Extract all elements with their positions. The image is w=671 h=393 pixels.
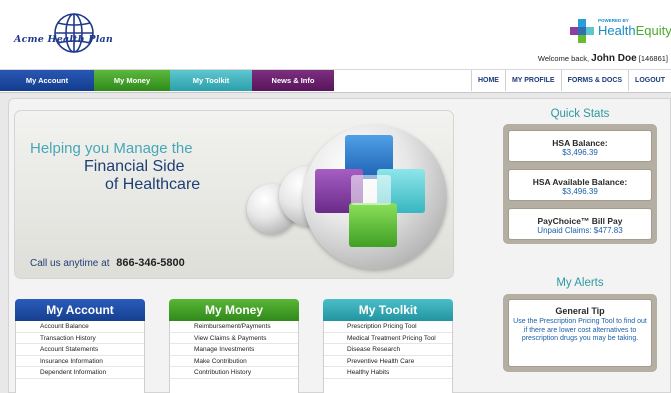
list-item[interactable]: Transaction History xyxy=(16,333,144,345)
healthequity-name-b: Equity xyxy=(635,23,671,38)
list-item[interactable]: Account Statements xyxy=(16,344,144,356)
green-square xyxy=(349,203,397,247)
hero-line-3: of Healthcare xyxy=(105,176,201,193)
forms-docs-link[interactable]: FORMS & DOCS xyxy=(560,70,628,91)
logout-link[interactable]: LOGOUT xyxy=(628,70,671,91)
my-profile-link[interactable]: MY PROFILE xyxy=(504,70,561,91)
list-item[interactable]: Insurance Information xyxy=(16,356,144,368)
alerts-panel: General Tip Use the Prescription Pricing… xyxy=(503,294,657,372)
my-toolkit-list: Prescription Pricing Tool Medical Treatm… xyxy=(323,321,453,393)
my-money-list: Reimbursement/Payments View Claims & Pay… xyxy=(169,321,299,393)
acme-logo[interactable]: Acme Health Plan xyxy=(14,12,134,60)
my-account-list: Account Balance Transaction History Acco… xyxy=(15,321,145,393)
paychoice-label: PayChoice™ Bill Pay xyxy=(537,216,623,226)
welcome-prefix: Welcome back, xyxy=(537,54,590,63)
hero-banner: Helping you Manage the Financial Side of… xyxy=(14,110,454,279)
hsa-balance-box: HSA Balance: $3,496.39 xyxy=(508,130,652,162)
hsa-balance-label: HSA Balance: xyxy=(552,138,608,148)
alerts-title: My Alerts xyxy=(556,277,604,289)
paychoice-box[interactable]: PayChoice™ Bill Pay Unpaid Claims: $477.… xyxy=(508,208,652,240)
list-item[interactable]: Healthy Habits xyxy=(324,367,452,379)
my-money-heading[interactable]: My Money xyxy=(169,299,299,321)
my-account-heading[interactable]: My Account xyxy=(15,299,145,321)
user-id: [146861] xyxy=(638,54,668,63)
hero-line-1: Helping you Manage the xyxy=(30,140,193,157)
hsa-balance-value: $3,496.39 xyxy=(562,148,598,157)
list-item[interactable]: Account Balance xyxy=(16,321,144,333)
hero-call-line: Call us anytime at 866-346-5800 xyxy=(30,257,185,269)
home-link[interactable]: HOME xyxy=(470,70,505,91)
call-text: Call us anytime at xyxy=(30,258,110,269)
tab-news-info[interactable]: News & Info xyxy=(252,70,334,91)
list-item[interactable]: View Claims & Payments xyxy=(170,333,298,345)
logo-text: Acme Health Plan xyxy=(14,34,113,45)
list-item[interactable]: Prescription Pricing Tool xyxy=(324,321,452,333)
list-item[interactable]: Manage Investments xyxy=(170,344,298,356)
list-item[interactable]: Dependent Information xyxy=(16,367,144,379)
healthequity-name-a: Health xyxy=(598,23,636,38)
my-toolkit-heading[interactable]: My Toolkit xyxy=(323,299,453,321)
hero-line-2: Financial Side xyxy=(84,158,185,175)
list-item[interactable]: Disease Research xyxy=(324,344,452,356)
tab-my-account[interactable]: My Account xyxy=(0,70,94,91)
list-item[interactable]: Contribution History xyxy=(170,367,298,379)
quick-stats-panel: HSA Balance: $3,496.39 HSA Available Bal… xyxy=(503,124,657,244)
main-nav: My Account My Money My Toolkit News & In… xyxy=(0,70,671,93)
header: Acme Health Plan POWERED BY HealthEquity… xyxy=(0,0,671,70)
healthequity-name: HealthEquity xyxy=(598,23,671,38)
unpaid-claims-link[interactable]: Unpaid Claims: $477.83 xyxy=(509,226,651,235)
user-name: John Doe xyxy=(591,53,637,64)
my-account-column: My Account Account Balance Transaction H… xyxy=(15,299,145,393)
utility-links: HOME MY PROFILE FORMS & DOCS LOGOUT xyxy=(470,70,671,91)
tip-title: General Tip xyxy=(555,306,605,316)
tab-my-money[interactable]: My Money xyxy=(94,70,170,91)
center-highlight xyxy=(351,175,391,205)
quick-stats-title: Quick Stats xyxy=(550,108,610,120)
list-item[interactable]: Medical Treatment Pricing Tool xyxy=(324,333,452,345)
list-item[interactable]: Preventive Health Care xyxy=(324,356,452,368)
list-item[interactable]: Make Contribution xyxy=(170,356,298,368)
healthequity-logo: POWERED BY HealthEquity xyxy=(569,18,671,44)
my-money-column: My Money Reimbursement/Payments View Cla… xyxy=(169,299,299,393)
welcome-message: Welcome back, John Doe [146861] xyxy=(538,53,668,64)
cross-icon xyxy=(570,19,594,43)
general-tip-box: General Tip Use the Prescription Pricing… xyxy=(508,299,652,367)
tip-text: Use the Prescription Pricing Tool to fin… xyxy=(513,318,647,342)
hsa-available-box: HSA Available Balance: $3,496.39 xyxy=(508,169,652,201)
tab-my-toolkit[interactable]: My Toolkit xyxy=(170,70,252,91)
list-item[interactable]: Reimbursement/Payments xyxy=(170,321,298,333)
my-toolkit-column: My Toolkit Prescription Pricing Tool Med… xyxy=(323,299,453,393)
hsa-available-label: HSA Available Balance: xyxy=(532,177,628,187)
phone-number: 866-346-5800 xyxy=(116,257,185,269)
hsa-available-value: $3,496.39 xyxy=(562,187,598,196)
